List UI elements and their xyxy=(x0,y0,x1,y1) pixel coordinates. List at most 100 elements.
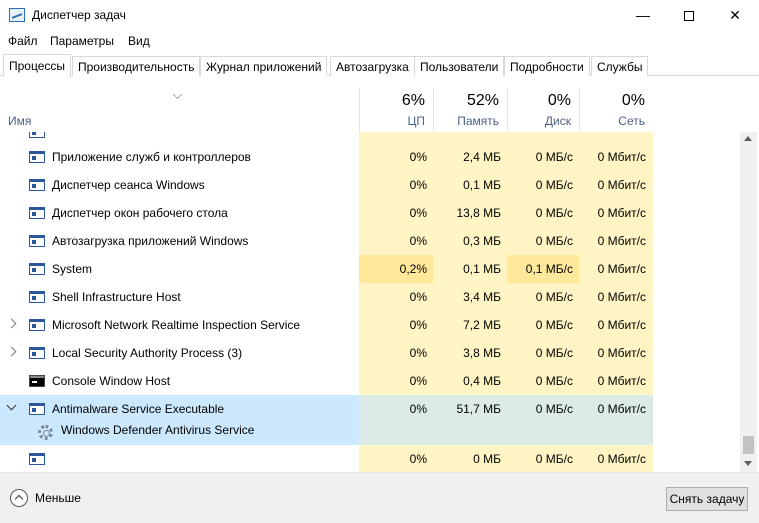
disk-value: 0 МБ/с xyxy=(535,452,573,466)
memory-value: 0,1 МБ xyxy=(463,178,501,192)
cpu-value: 0% xyxy=(409,452,427,466)
memory-value: 13,8 МБ xyxy=(456,206,501,220)
tab-services[interactable]: Службы xyxy=(591,56,649,76)
network-value: 0 Мбит/с xyxy=(597,452,646,466)
expand-chevron-icon[interactable] xyxy=(6,318,17,329)
process-icon xyxy=(29,132,45,138)
process-icon xyxy=(29,179,45,191)
cpu-value: 0% xyxy=(409,374,427,388)
tab-details[interactable]: Подробности xyxy=(504,56,590,76)
scroll-up-icon[interactable] xyxy=(744,136,752,141)
table-row-selected[interactable]: Antimalware Service Executable 0% 51,7 М… xyxy=(0,395,653,445)
tab-app-history[interactable]: Журнал приложений xyxy=(200,56,328,76)
memory-value: 0,4 МБ xyxy=(463,374,501,388)
cpu-value: 0% xyxy=(409,402,427,416)
disk-value: 0 МБ/с xyxy=(535,318,573,332)
disk-value: 0 МБ/с xyxy=(535,346,573,360)
tab-startup[interactable]: Автозагрузка xyxy=(330,56,415,76)
minimize-icon: — xyxy=(636,7,650,23)
cpu-value: 0% xyxy=(409,206,427,220)
task-manager-icon xyxy=(9,8,25,22)
network-value: 0 Мбит/с xyxy=(597,234,646,248)
expand-chevron-icon[interactable] xyxy=(6,346,17,357)
table-row[interactable]: Console Window Host 0% 0,4 МБ 0 МБ/с 0 М… xyxy=(0,367,653,395)
table-row[interactable]: System 0,2% 0,1 МБ 0,1 МБ/с 0 Мбит/с xyxy=(0,255,653,283)
column-network[interactable]: 0% Сеть xyxy=(579,88,653,132)
process-icon xyxy=(29,207,45,219)
gear-icon xyxy=(38,425,53,440)
footer: Меньше Снять задачу xyxy=(0,472,759,523)
chevron-up-icon xyxy=(10,489,28,507)
disk-value: 0 МБ/с xyxy=(535,290,573,304)
network-value: 0 Мбит/с xyxy=(597,318,646,332)
process-name: Автозагрузка приложений Windows xyxy=(52,234,249,248)
memory-value: 7,2 МБ xyxy=(463,318,501,332)
column-name[interactable]: Имя xyxy=(8,114,31,128)
cpu-label: ЦП xyxy=(407,114,425,128)
fewer-details-label: Меньше xyxy=(35,491,81,505)
process-icon xyxy=(29,235,45,247)
tab-performance[interactable]: Производительность xyxy=(72,56,201,76)
table-row[interactable]: Microsoft Network Realtime Inspection Se… xyxy=(0,311,653,339)
child-row[interactable]: Windows Defender Antivirus Service xyxy=(0,420,359,445)
table-row[interactable]: Shell Infrastructure Host 0% 3,4 МБ 0 МБ… xyxy=(0,283,653,311)
disk-value: 0 МБ/с xyxy=(535,178,573,192)
table-row[interactable]: Автозагрузка приложений Windows 0% 0,3 М… xyxy=(0,227,653,255)
vertical-scrollbar[interactable] xyxy=(740,132,757,472)
process-icon xyxy=(29,319,45,331)
end-task-button[interactable]: Снять задачу xyxy=(666,487,748,511)
menu-view[interactable]: Вид xyxy=(128,34,150,48)
cpu-value: 0% xyxy=(409,318,427,332)
minimize-button[interactable]: — xyxy=(620,0,666,30)
process-name: Приложение служб и контроллеров xyxy=(52,150,251,164)
table-row[interactable]: Приложение служб и контроллеров 0% 2,4 М… xyxy=(0,143,653,171)
memory-value: 0 МБ xyxy=(473,452,501,466)
disk-value: 0 МБ/с xyxy=(535,206,573,220)
scroll-thumb[interactable] xyxy=(743,436,754,454)
process-name: Local Security Authority Process (3) xyxy=(52,346,243,360)
process-icon xyxy=(29,263,45,275)
close-icon: ✕ xyxy=(729,7,741,23)
process-icon xyxy=(29,347,45,359)
window-title: Диспетчер задач xyxy=(32,8,126,22)
process-icon xyxy=(29,291,45,303)
title-bar: Диспетчер задач — ✕ xyxy=(0,0,759,30)
disk-total-percent: 0% xyxy=(547,92,571,109)
memory-value: 0,3 МБ xyxy=(463,234,501,248)
maximize-icon xyxy=(684,11,694,22)
maximize-button[interactable] xyxy=(666,0,712,30)
tab-processes[interactable]: Процессы xyxy=(3,54,72,77)
memory-total-percent: 52% xyxy=(466,92,499,109)
cpu-value: 0% xyxy=(409,178,427,192)
memory-label: Память xyxy=(457,114,499,128)
process-list: Приложение служб и контроллеров 0% 2,4 М… xyxy=(0,132,740,472)
scroll-down-icon[interactable] xyxy=(744,461,752,466)
cpu-value: 0,2% xyxy=(399,262,427,276)
network-value: 0 Мбит/с xyxy=(597,262,646,276)
cpu-value: 0% xyxy=(409,346,427,360)
table-row[interactable]: Диспетчер сеанса Windows 0% 0,1 МБ 0 МБ/… xyxy=(0,171,653,199)
network-label: Сеть xyxy=(618,114,645,128)
process-name: Console Window Host xyxy=(52,374,171,388)
service-name: Windows Defender Antivirus Service xyxy=(61,423,255,437)
column-cpu[interactable]: 6% ЦП xyxy=(359,88,433,132)
sort-chevron-icon[interactable] xyxy=(173,90,182,99)
tab-users[interactable]: Пользователи xyxy=(414,56,505,76)
menu-options[interactable]: Параметры xyxy=(50,34,114,48)
menu-file[interactable]: Файл xyxy=(8,34,38,48)
disk-value: 0 МБ/с xyxy=(535,374,573,388)
menu-bar: Файл Параметры Вид xyxy=(0,31,759,51)
memory-value: 3,8 МБ xyxy=(463,346,501,360)
disk-label: Диск xyxy=(544,114,571,128)
table-row[interactable]: Диспетчер окон рабочего стола 0% 13,8 МБ… xyxy=(0,199,653,227)
process-name: Microsoft Network Realtime Inspection Se… xyxy=(52,318,301,332)
network-value: 0 Мбит/с xyxy=(597,206,646,220)
process-name: Диспетчер сеанса Windows xyxy=(52,178,205,192)
table-row[interactable]: 0% 0 МБ 0 МБ/с 0 Мбит/с xyxy=(0,445,653,472)
network-value: 0 Мбит/с xyxy=(597,374,646,388)
close-button[interactable]: ✕ xyxy=(712,0,758,30)
table-row[interactable]: Local Security Authority Process (3) 0% … xyxy=(0,339,653,367)
column-disk[interactable]: 0% Диск xyxy=(507,88,579,132)
disk-value: 0,1 МБ/с xyxy=(525,262,573,276)
column-memory[interactable]: 52% Память xyxy=(433,88,507,132)
